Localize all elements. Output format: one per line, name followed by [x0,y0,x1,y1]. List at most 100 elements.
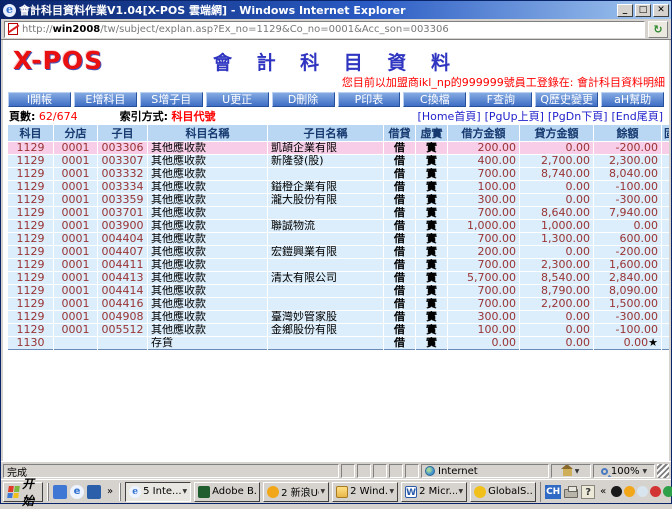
table-cell: 1129 [8,272,54,285]
folder-icon [336,486,348,498]
table-cell [662,142,672,155]
table-row[interactable]: 11290001004908其他應收款臺灣妙管家股借實300.000.00-30… [8,311,672,324]
notepad-icon[interactable] [637,486,648,497]
toolbar-button[interactable]: E增科目 [74,92,137,107]
table-row[interactable]: 11290001004416其他應收款借實700.002,200.001,500… [8,298,672,311]
column-header: 科目名稱 [148,125,268,142]
page-nav-link[interactable]: [End尾頁] [612,108,664,124]
tray-chevron-icon[interactable]: « [598,486,608,497]
go-button[interactable]: ↻ [648,21,668,38]
table-row[interactable]: 11290001005512其他應收款金鄉股份有限借實100.000.00-10… [8,324,672,337]
table-cell: 1129 [8,168,54,181]
toolbar-button[interactable]: P印表 [338,92,401,107]
table-cell: 003334 [98,181,148,194]
minimize-button[interactable]: _ [617,4,633,17]
table-row[interactable]: 1130存貨借實0.000.000.00★ [8,337,672,350]
table-row[interactable]: 11290001003900其他應收款聯誠物流借實1,000.001,000.0… [8,220,672,233]
table-row[interactable]: 11290001003307其他應收款新隆發(股)借實400.002,700.0… [8,155,672,168]
accounts-table: 科目分店子目科目名稱子目名稱借貸虛實借方金額貸方金額餘額固 1129000100… [7,124,671,350]
toolbar-button[interactable]: I開帳 [8,92,71,107]
maximize-button[interactable]: □ [635,4,651,17]
shield-icon[interactable] [663,486,672,497]
table-cell: 其他應收款 [148,168,268,181]
quick-launch-overflow[interactable]: » [105,486,115,497]
table-cell: 實 [416,155,448,168]
protected-mode-segment[interactable]: ▼ [551,464,591,478]
toolbar-button[interactable]: C換檔 [403,92,466,107]
qq-penguin-icon[interactable] [611,486,622,497]
table-cell: 0001 [54,311,98,324]
table-cell: 8,740.00 [520,168,594,181]
toolbar-button[interactable]: aH幫助 [601,92,664,107]
table-row[interactable]: 11290001004407其他應收款宏鎧興業有限借實200.000.00-20… [8,246,672,259]
table-cell: 借 [384,272,416,285]
table-cell: 實 [416,246,448,259]
bridge-icon[interactable] [87,485,101,499]
table-row[interactable]: 11290001004404其他應收款借實700.001,300.00600.0… [8,233,672,246]
toolbar-button[interactable]: S增子目 [140,92,203,107]
page-nav-link[interactable]: [Home首頁] [418,108,481,124]
table-cell [268,207,384,220]
url-input[interactable]: http://win2008/tw/subject/explan.asp?Ex_… [4,21,645,38]
ie-icon[interactable]: e [70,485,84,499]
table-row[interactable]: 11290001003332其他應收款借實700.008,740.008,040… [8,168,672,181]
column-header: 子目 [98,125,148,142]
taskbar-task-button[interactable]: 2 新浪UC▼ [263,482,329,502]
column-header: 虛實 [416,125,448,142]
taskbar-task-button[interactable]: GlobalS... [470,482,536,502]
page-nav-link[interactable]: [PgUp上頁] [485,108,544,124]
table-cell [98,337,148,350]
quick-launch: e [53,485,101,499]
address-bar: http://win2008/tw/subject/explan.asp?Ex_… [1,19,671,40]
language-indicator[interactable]: CH [545,485,561,499]
column-header: 固 [662,125,672,142]
start-button[interactable]: 开始 [3,482,43,502]
table-cell: 實 [416,337,448,350]
table-cell: 其他應收款 [148,155,268,168]
close-button[interactable]: ✕ [653,4,669,17]
table-cell [268,337,384,350]
qq-red-icon[interactable] [650,486,661,497]
table-row[interactable]: 11290001004411其他應收款借實700.002,300.001,600… [8,259,672,272]
table-cell: 實 [416,311,448,324]
help-icon[interactable]: ? [581,485,595,499]
table-cell: 借 [384,233,416,246]
table-cell: 其他應收款 [148,272,268,285]
table-cell: 其他應收款 [148,181,268,194]
table-row[interactable]: 11290001004414其他應收款借實700.008,790.008,090… [8,285,672,298]
zoom-control[interactable]: 100% ▼ [593,464,655,478]
table-cell: 其他應收款 [148,311,268,324]
table-cell: 實 [416,272,448,285]
resize-grip[interactable] [657,464,669,478]
table-cell: 2,840.00 [594,272,662,285]
table-cell: 1,000.00 [520,220,594,233]
taskbar-task-button[interactable]: W2 Micr...▼ [401,482,467,502]
table-cell: 其他應收款 [148,194,268,207]
table-row[interactable]: 11290001004413其他應收款清太有限公司借實5,700.008,540… [8,272,672,285]
toolbar-button[interactable]: D刪除 [272,92,335,107]
toolbar-button[interactable]: Q歷史變更 [535,92,598,107]
table-cell: 1,500.00 [594,298,662,311]
table-cell: 1129 [8,142,54,155]
taskbar-task-button[interactable]: Adobe B... [194,482,260,502]
taskbar-task-button[interactable]: 2 Wind...▼ [332,482,398,502]
page-nav-link[interactable]: [PgDn下頁] [548,108,608,124]
toolbar-button[interactable]: U更正 [206,92,269,107]
taskbar-task-button[interactable]: e5 Inte...▼ [125,482,191,502]
table-cell: 借 [384,311,416,324]
table-cell: 0001 [54,207,98,220]
table-row[interactable]: 11290001003359其他應收款瀧大股份有限借實300.000.00-30… [8,194,672,207]
toolbar-button[interactable]: F查詢 [469,92,532,107]
table-row[interactable]: 11290001003701其他應收款借實700.008,640.007,940… [8,207,672,220]
table-cell: 新隆發(股) [268,155,384,168]
table-cell: 0.00 [594,220,662,233]
table-cell [662,272,672,285]
table-row[interactable]: 11290001003334其他應收款鎰橙企業有限借實100.000.00-10… [8,181,672,194]
printer-icon[interactable] [564,489,578,498]
table-cell [662,298,672,311]
table-row[interactable]: 11290001003306其他應收款凱頡企業有限借實200.000.00-20… [8,142,672,155]
uc-user-icon[interactable] [624,486,635,497]
table-cell: 借 [384,168,416,181]
messenger-icon[interactable] [53,485,67,499]
task-label: 5 Inte... [143,486,180,497]
